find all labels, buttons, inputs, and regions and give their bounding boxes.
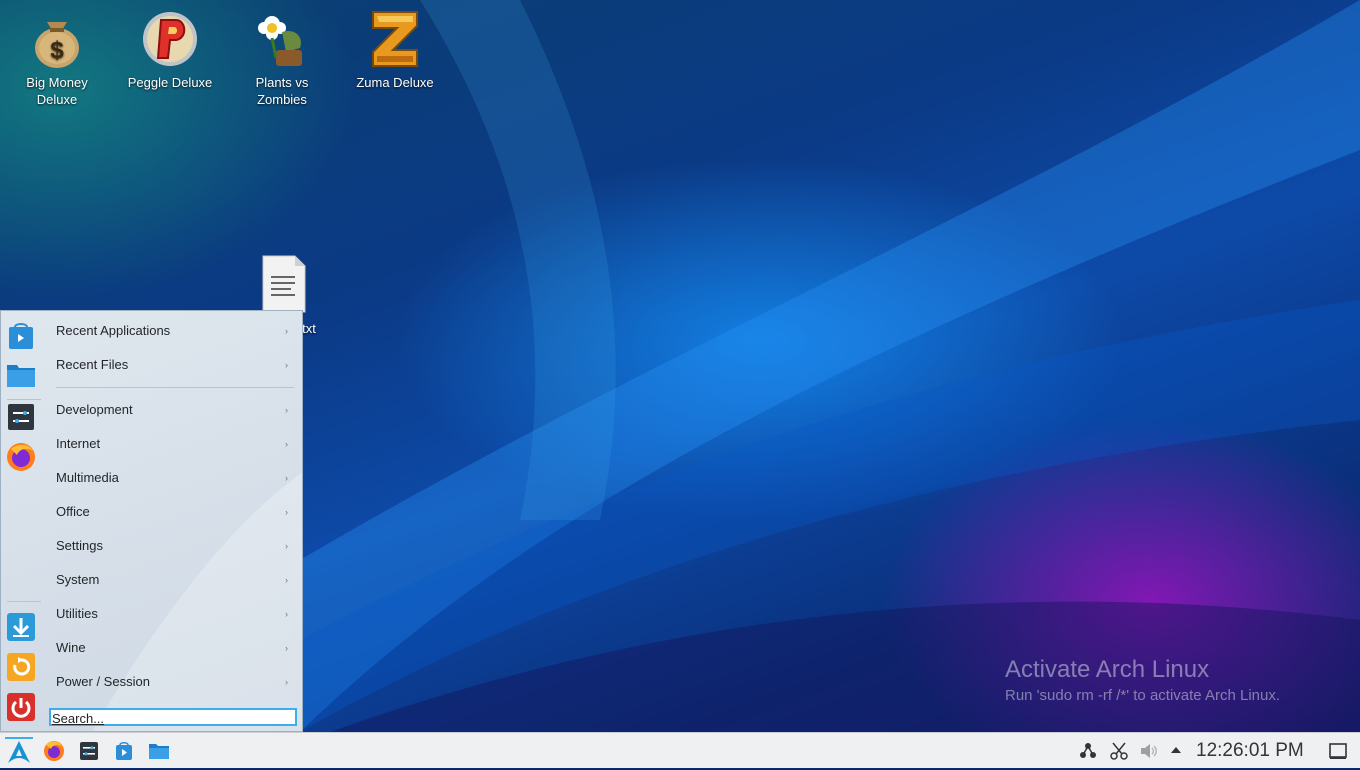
desktop-icon-big-money-deluxe[interactable]: $ Big Money Deluxe <box>7 8 107 108</box>
menu-item-label: Settings <box>56 538 103 553</box>
chevron-right-icon: › <box>285 575 288 585</box>
folder-icon <box>149 744 169 759</box>
folder-icon[interactable] <box>5 359 37 391</box>
application-launcher-button[interactable] <box>5 737 33 765</box>
desktop-icon-label: Zombies <box>257 92 307 107</box>
menu-item-label: Internet <box>56 436 101 451</box>
show-desktop-button[interactable] <box>1328 741 1348 761</box>
discover-store-icon[interactable] <box>5 321 37 353</box>
volume-tray-button[interactable] <box>1139 741 1159 761</box>
menu-divider <box>56 387 294 388</box>
menu-search-box[interactable] <box>49 708 297 726</box>
menu-item-label: Office <box>56 504 90 519</box>
firefox-icon <box>44 741 64 761</box>
network-tray-button[interactable] <box>1078 741 1098 761</box>
menu-item-utilities[interactable]: Utilities › <box>56 602 294 626</box>
menu-side-divider <box>7 399 41 400</box>
menu-item-office[interactable]: Office › <box>56 500 294 524</box>
discover-store-icon <box>116 741 132 760</box>
zuma-icon <box>367 8 423 70</box>
desktop-icon-plants-vs-zombies[interactable]: Plants vs Zombies <box>232 8 332 108</box>
update-icon[interactable] <box>5 651 37 683</box>
svg-text:$: $ <box>50 37 64 64</box>
menu-item-label: Development <box>56 402 133 417</box>
desktop-icon-label: Zuma Deluxe <box>356 75 434 90</box>
menu-item-label: Power / Session <box>56 674 150 689</box>
menu-item-label: System <box>56 572 100 587</box>
desktop-icon-label: Big Money <box>26 75 88 90</box>
taskbar-discover-button[interactable] <box>112 739 136 763</box>
terminal-settings-icon <box>80 742 98 760</box>
desktop-icon-peggle-deluxe[interactable]: Peggle Deluxe <box>120 8 220 91</box>
menu-item-wine[interactable]: Wine › <box>56 636 294 660</box>
volume-icon <box>1141 744 1157 758</box>
chevron-right-icon: › <box>285 326 288 336</box>
chevron-right-icon: › <box>285 677 288 687</box>
digital-clock[interactable]: 12:26:01 PM <box>1196 740 1304 762</box>
terminal-settings-icon[interactable] <box>5 401 37 433</box>
peggle-icon <box>142 8 198 70</box>
chevron-right-icon: › <box>285 405 288 415</box>
search-input[interactable] <box>51 711 295 726</box>
firefox-icon[interactable] <box>5 441 37 473</box>
network-icon <box>1080 743 1096 758</box>
desktop-icon-zuma-deluxe[interactable]: Zuma Deluxe <box>345 8 445 91</box>
expand-tray-button[interactable] <box>1169 741 1183 761</box>
plants-vs-zombies-icon <box>254 8 310 70</box>
menu-item-power-session[interactable]: Power / Session › <box>56 670 294 694</box>
chevron-right-icon: › <box>285 541 288 551</box>
power-icon[interactable] <box>5 691 37 723</box>
show-desktop-icon <box>1329 743 1347 759</box>
taskbar: 12:26:01 PM <box>0 732 1360 768</box>
menu-side-divider <box>7 601 41 602</box>
menu-item-label: Utilities <box>56 606 98 621</box>
text-file-icon <box>255 254 311 316</box>
menu-item-development[interactable]: Development › <box>56 398 294 422</box>
menu-item-recent-files[interactable]: Recent Files › <box>56 353 294 377</box>
clipboard-scissors-icon <box>1110 742 1128 760</box>
taskbar-firefox-button[interactable] <box>42 739 66 763</box>
menu-item-multimedia[interactable]: Multimedia › <box>56 466 294 490</box>
menu-item-settings[interactable]: Settings › <box>56 534 294 558</box>
arch-logo-icon <box>5 737 33 763</box>
chevron-right-icon: › <box>285 507 288 517</box>
menu-item-label: Multimedia <box>56 470 119 485</box>
chevron-right-icon: › <box>285 473 288 483</box>
watermark-subtitle: Run 'sudo rm -rf /*' to activate Arch Li… <box>1005 687 1281 704</box>
menu-item-label: Recent Files <box>56 357 129 372</box>
taskbar-system-settings-button[interactable] <box>77 739 101 763</box>
watermark-title: Activate Arch Linux <box>1005 656 1210 683</box>
menu-item-system[interactable]: System › <box>56 568 294 592</box>
expand-arrow-icon <box>1171 747 1181 753</box>
chevron-right-icon: › <box>285 360 288 370</box>
chevron-right-icon: › <box>285 643 288 653</box>
chevron-right-icon: › <box>285 439 288 449</box>
desktop-icon-label: Peggle Deluxe <box>127 75 213 90</box>
desktop-icon-label: Deluxe <box>36 92 78 107</box>
clipboard-tray-button[interactable] <box>1109 741 1129 761</box>
money-bag-icon: $ <box>29 8 85 70</box>
desktop-icon-label: Plants vs <box>255 75 309 90</box>
menu-item-recent-applications[interactable]: Recent Applications › <box>56 319 294 343</box>
chevron-right-icon: › <box>285 609 288 619</box>
menu-item-label: Wine <box>56 640 86 655</box>
application-menu: Recent Applications › Recent Files › Dev… <box>0 310 303 732</box>
download-icon[interactable] <box>5 611 37 643</box>
activation-watermark: Activate Arch Linux Run 'sudo rm -rf /*'… <box>1005 655 1280 707</box>
taskbar-file-manager-button[interactable] <box>147 739 171 763</box>
menu-item-label: Recent Applications <box>56 323 171 338</box>
menu-item-internet[interactable]: Internet › <box>56 432 294 456</box>
